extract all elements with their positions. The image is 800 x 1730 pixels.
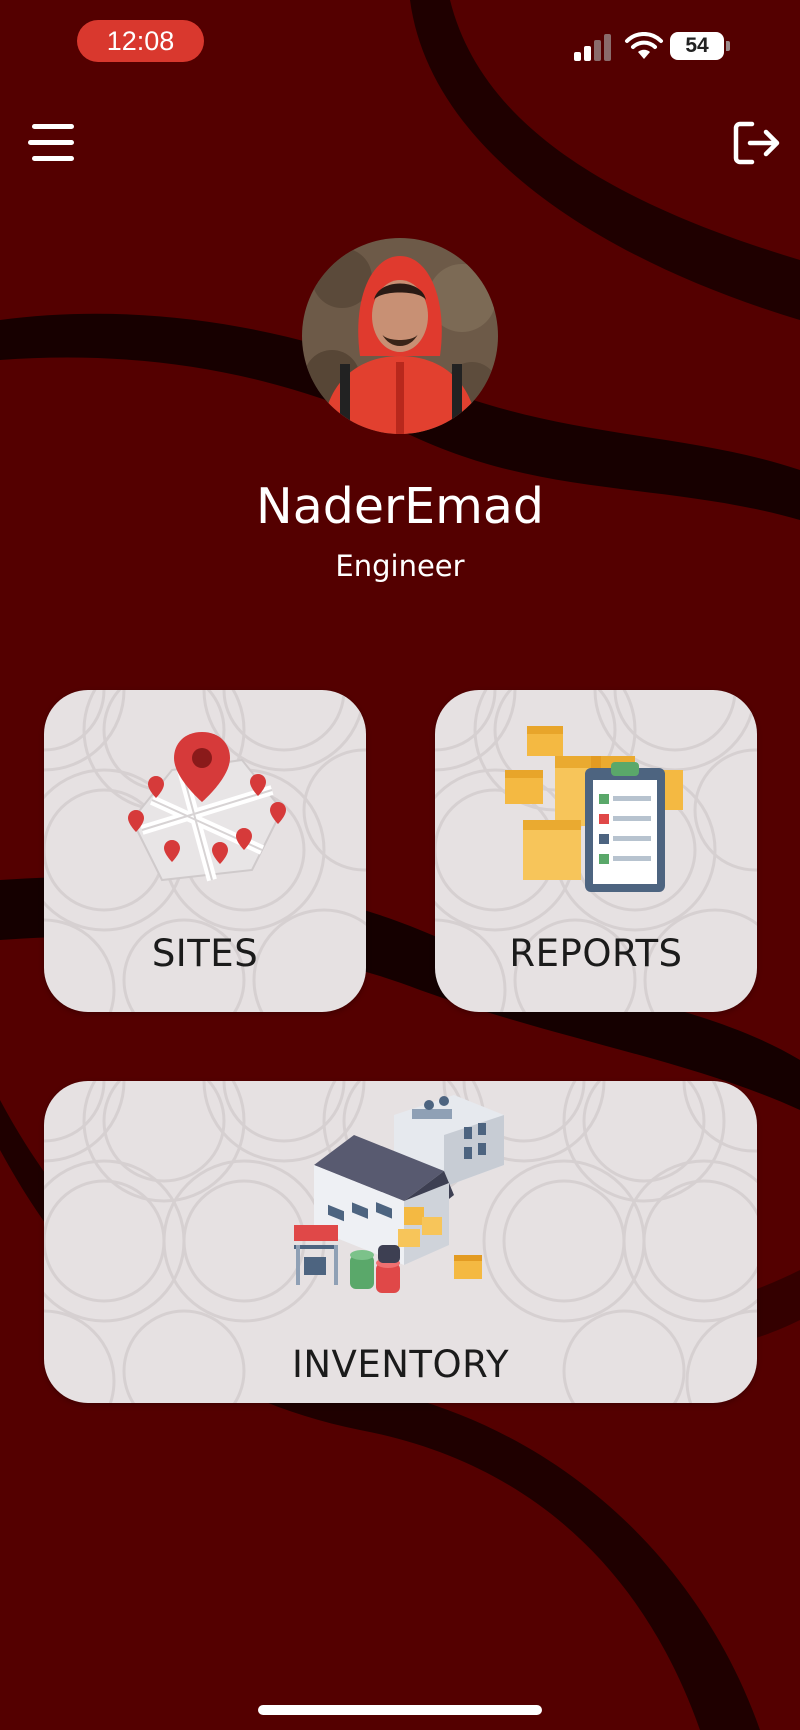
map-pins-icon xyxy=(128,732,286,882)
battery-tip xyxy=(726,41,730,51)
inventory-label: INVENTORY xyxy=(291,1343,510,1386)
avatar[interactable] xyxy=(302,238,498,434)
hamburger-menu-icon[interactable] xyxy=(26,120,80,166)
boxes-clipboard-icon xyxy=(505,726,683,892)
battery-icon: 54 xyxy=(670,32,724,60)
status-time: 12:08 xyxy=(77,20,204,62)
reports-label: REPORTS xyxy=(509,932,683,975)
sites-card[interactable]: SITES xyxy=(44,690,366,1012)
warehouse-icon xyxy=(294,1095,504,1293)
inventory-card[interactable]: INVENTORY xyxy=(44,1081,757,1403)
profile-name: NaderEmad xyxy=(256,478,544,535)
logout-icon[interactable] xyxy=(730,118,782,168)
reports-card[interactable]: REPORTS xyxy=(435,690,757,1012)
home-indicator[interactable] xyxy=(258,1705,542,1715)
wifi-icon xyxy=(625,32,663,59)
status-icons: 54 xyxy=(572,30,742,62)
signal-icon xyxy=(574,34,611,61)
sites-label: SITES xyxy=(151,932,259,975)
profile-role: Engineer xyxy=(335,549,465,583)
